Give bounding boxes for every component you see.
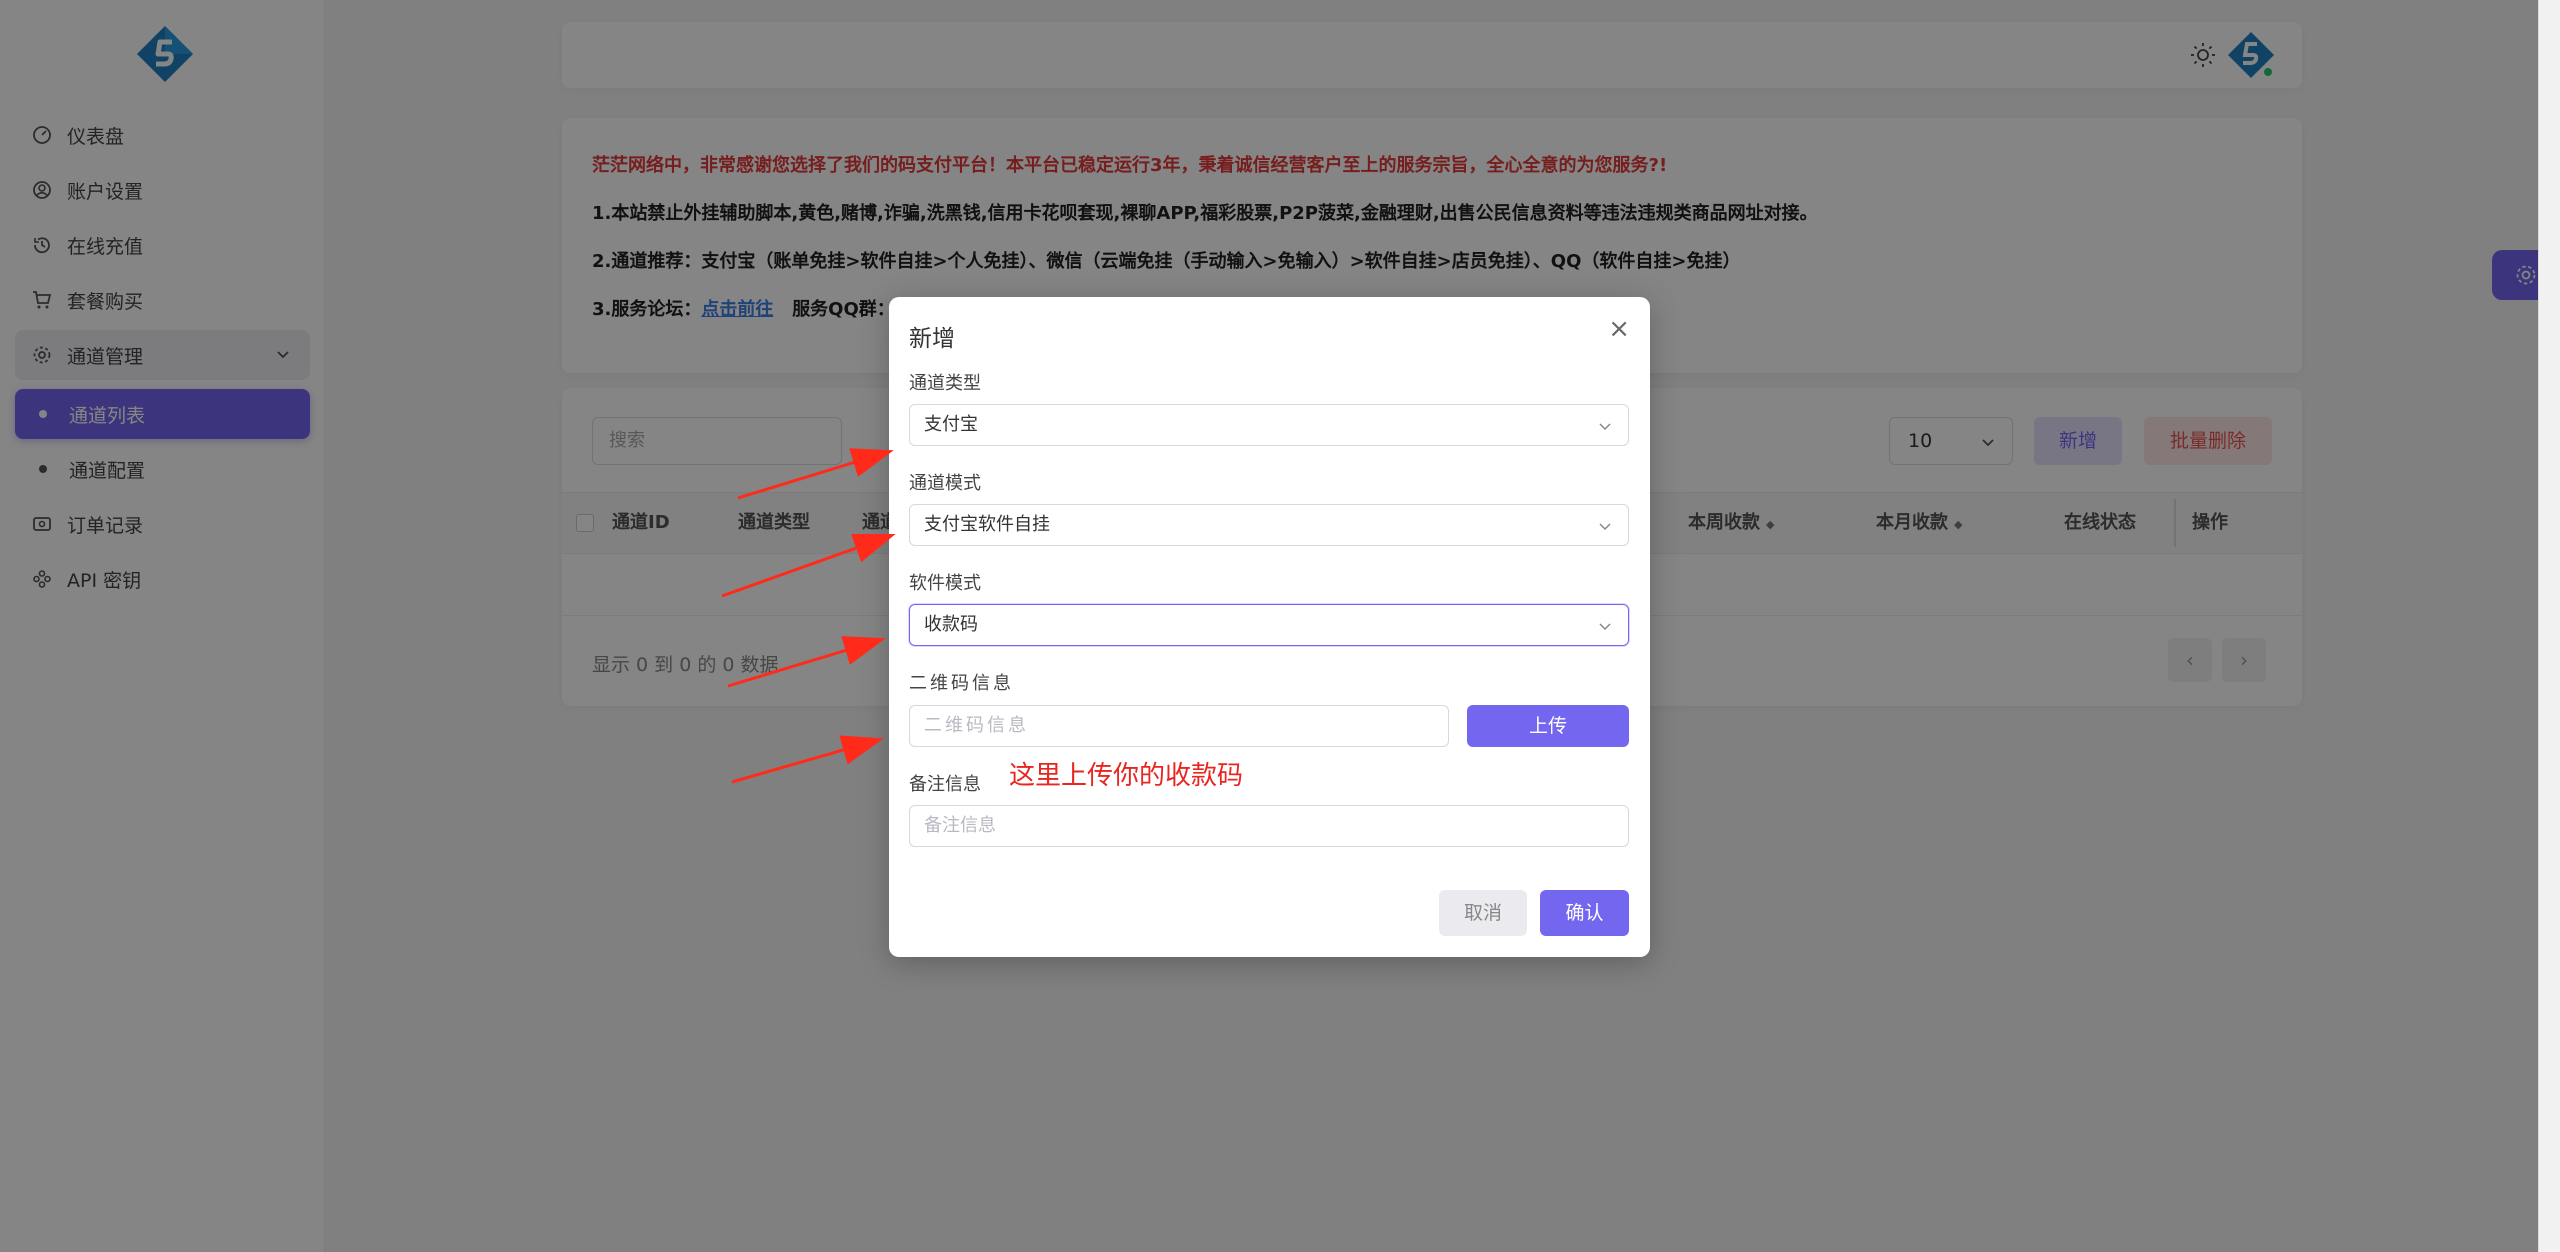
channel-type-label: 通道类型	[909, 373, 981, 394]
software-mode-label: 软件模式	[909, 573, 981, 594]
modal-title: 新增	[909, 326, 955, 352]
channel-type-select[interactable]: 支付宝	[909, 404, 1629, 446]
channel-type-value: 支付宝	[924, 414, 978, 435]
qr-info-label: 二维码信息	[909, 673, 1014, 694]
qr-info-input[interactable]: 二维码信息	[909, 705, 1449, 747]
software-mode-select[interactable]: 收款码	[909, 604, 1629, 646]
channel-mode-value: 支付宝软件自挂	[924, 514, 1050, 535]
annotation-text: 这里上传你的收款码	[1009, 761, 1244, 791]
chevron-down-icon	[1599, 423, 1611, 431]
channel-mode-label: 通道模式	[909, 473, 981, 494]
chevron-down-icon	[1599, 523, 1611, 531]
confirm-button[interactable]: 确认	[1540, 890, 1629, 936]
remark-input[interactable]: 备注信息	[909, 805, 1629, 847]
chevron-down-icon	[1599, 623, 1611, 631]
software-mode-value: 收款码	[924, 614, 978, 635]
close-icon[interactable]: ×	[1608, 315, 1630, 343]
cancel-button[interactable]: 取消	[1439, 890, 1527, 936]
page-scrollbar[interactable]	[2538, 0, 2560, 1252]
add-channel-modal: 新增 × 通道类型 支付宝 通道模式 支付宝软件自挂 软件模式 收款码 二维码信…	[889, 297, 1650, 957]
remark-label: 备注信息	[909, 774, 981, 795]
channel-mode-select[interactable]: 支付宝软件自挂	[909, 504, 1629, 546]
upload-button[interactable]: 上传	[1467, 705, 1629, 747]
